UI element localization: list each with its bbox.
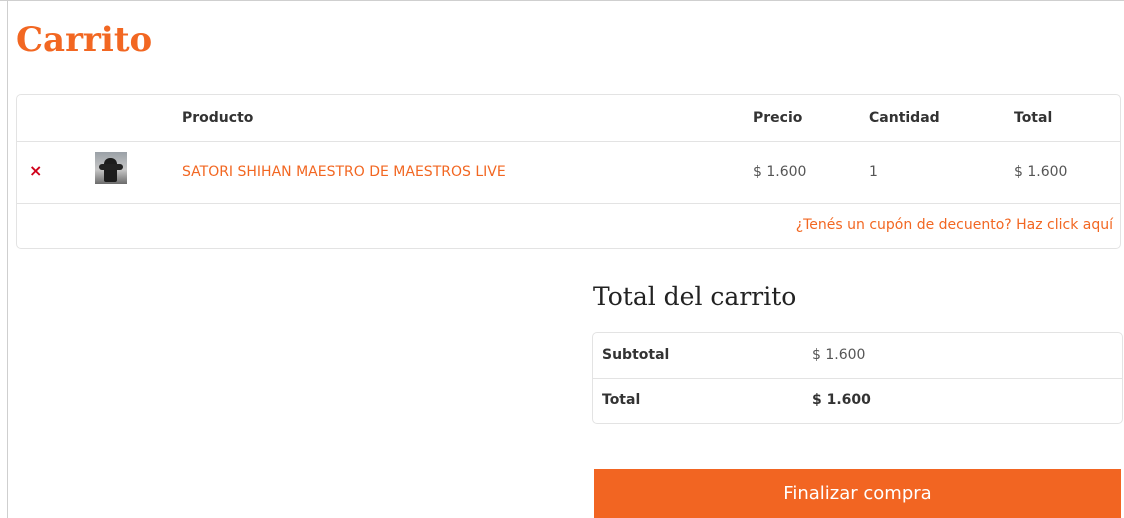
remove-item-icon[interactable]: × (29, 161, 42, 181)
thumbnail-figure (104, 158, 117, 182)
subtotal-row: Subtotal $ 1.600 (593, 333, 1122, 379)
cart-item-row: × SATORI SHIHAN MAESTRO DE MAESTROS LIVE… (17, 141, 1120, 204)
coupon-row: ¿Tenés un cupón de decuento? Haz click a… (17, 203, 1120, 248)
subtotal-label: Subtotal (602, 347, 670, 363)
page-title: Carrito (16, 20, 153, 60)
header-total: Total (1014, 110, 1053, 126)
coupon-link[interactable]: ¿Tenés un cupón de decuento? Haz click a… (796, 216, 1113, 234)
total-row: Total $ 1.600 (593, 378, 1122, 423)
header-product: Producto (182, 110, 254, 126)
product-name-link[interactable]: SATORI SHIHAN MAESTRO DE MAESTROS LIVE (182, 163, 506, 181)
left-divider (7, 0, 8, 518)
cart-table: Producto Precio Cantidad Total × SATORI … (16, 94, 1121, 249)
item-price: $ 1.600 (753, 164, 807, 180)
header-price: Precio (753, 110, 803, 126)
cart-table-header: Producto Precio Cantidad Total (17, 95, 1120, 142)
cart-totals-table: Subtotal $ 1.600 Total $ 1.600 (592, 332, 1123, 424)
item-total: $ 1.600 (1014, 164, 1068, 180)
cart-totals-heading: Total del carrito (593, 282, 797, 311)
item-quantity[interactable]: 1 (869, 163, 878, 181)
checkout-button[interactable]: Finalizar compra (594, 469, 1121, 518)
thumbnail-figure-arms (99, 164, 123, 170)
top-divider (0, 0, 1124, 1)
product-thumbnail[interactable] (95, 152, 127, 184)
total-label: Total (602, 392, 641, 408)
subtotal-value: $ 1.600 (812, 347, 866, 363)
total-value: $ 1.600 (812, 392, 871, 408)
header-quantity: Cantidad (869, 110, 940, 126)
